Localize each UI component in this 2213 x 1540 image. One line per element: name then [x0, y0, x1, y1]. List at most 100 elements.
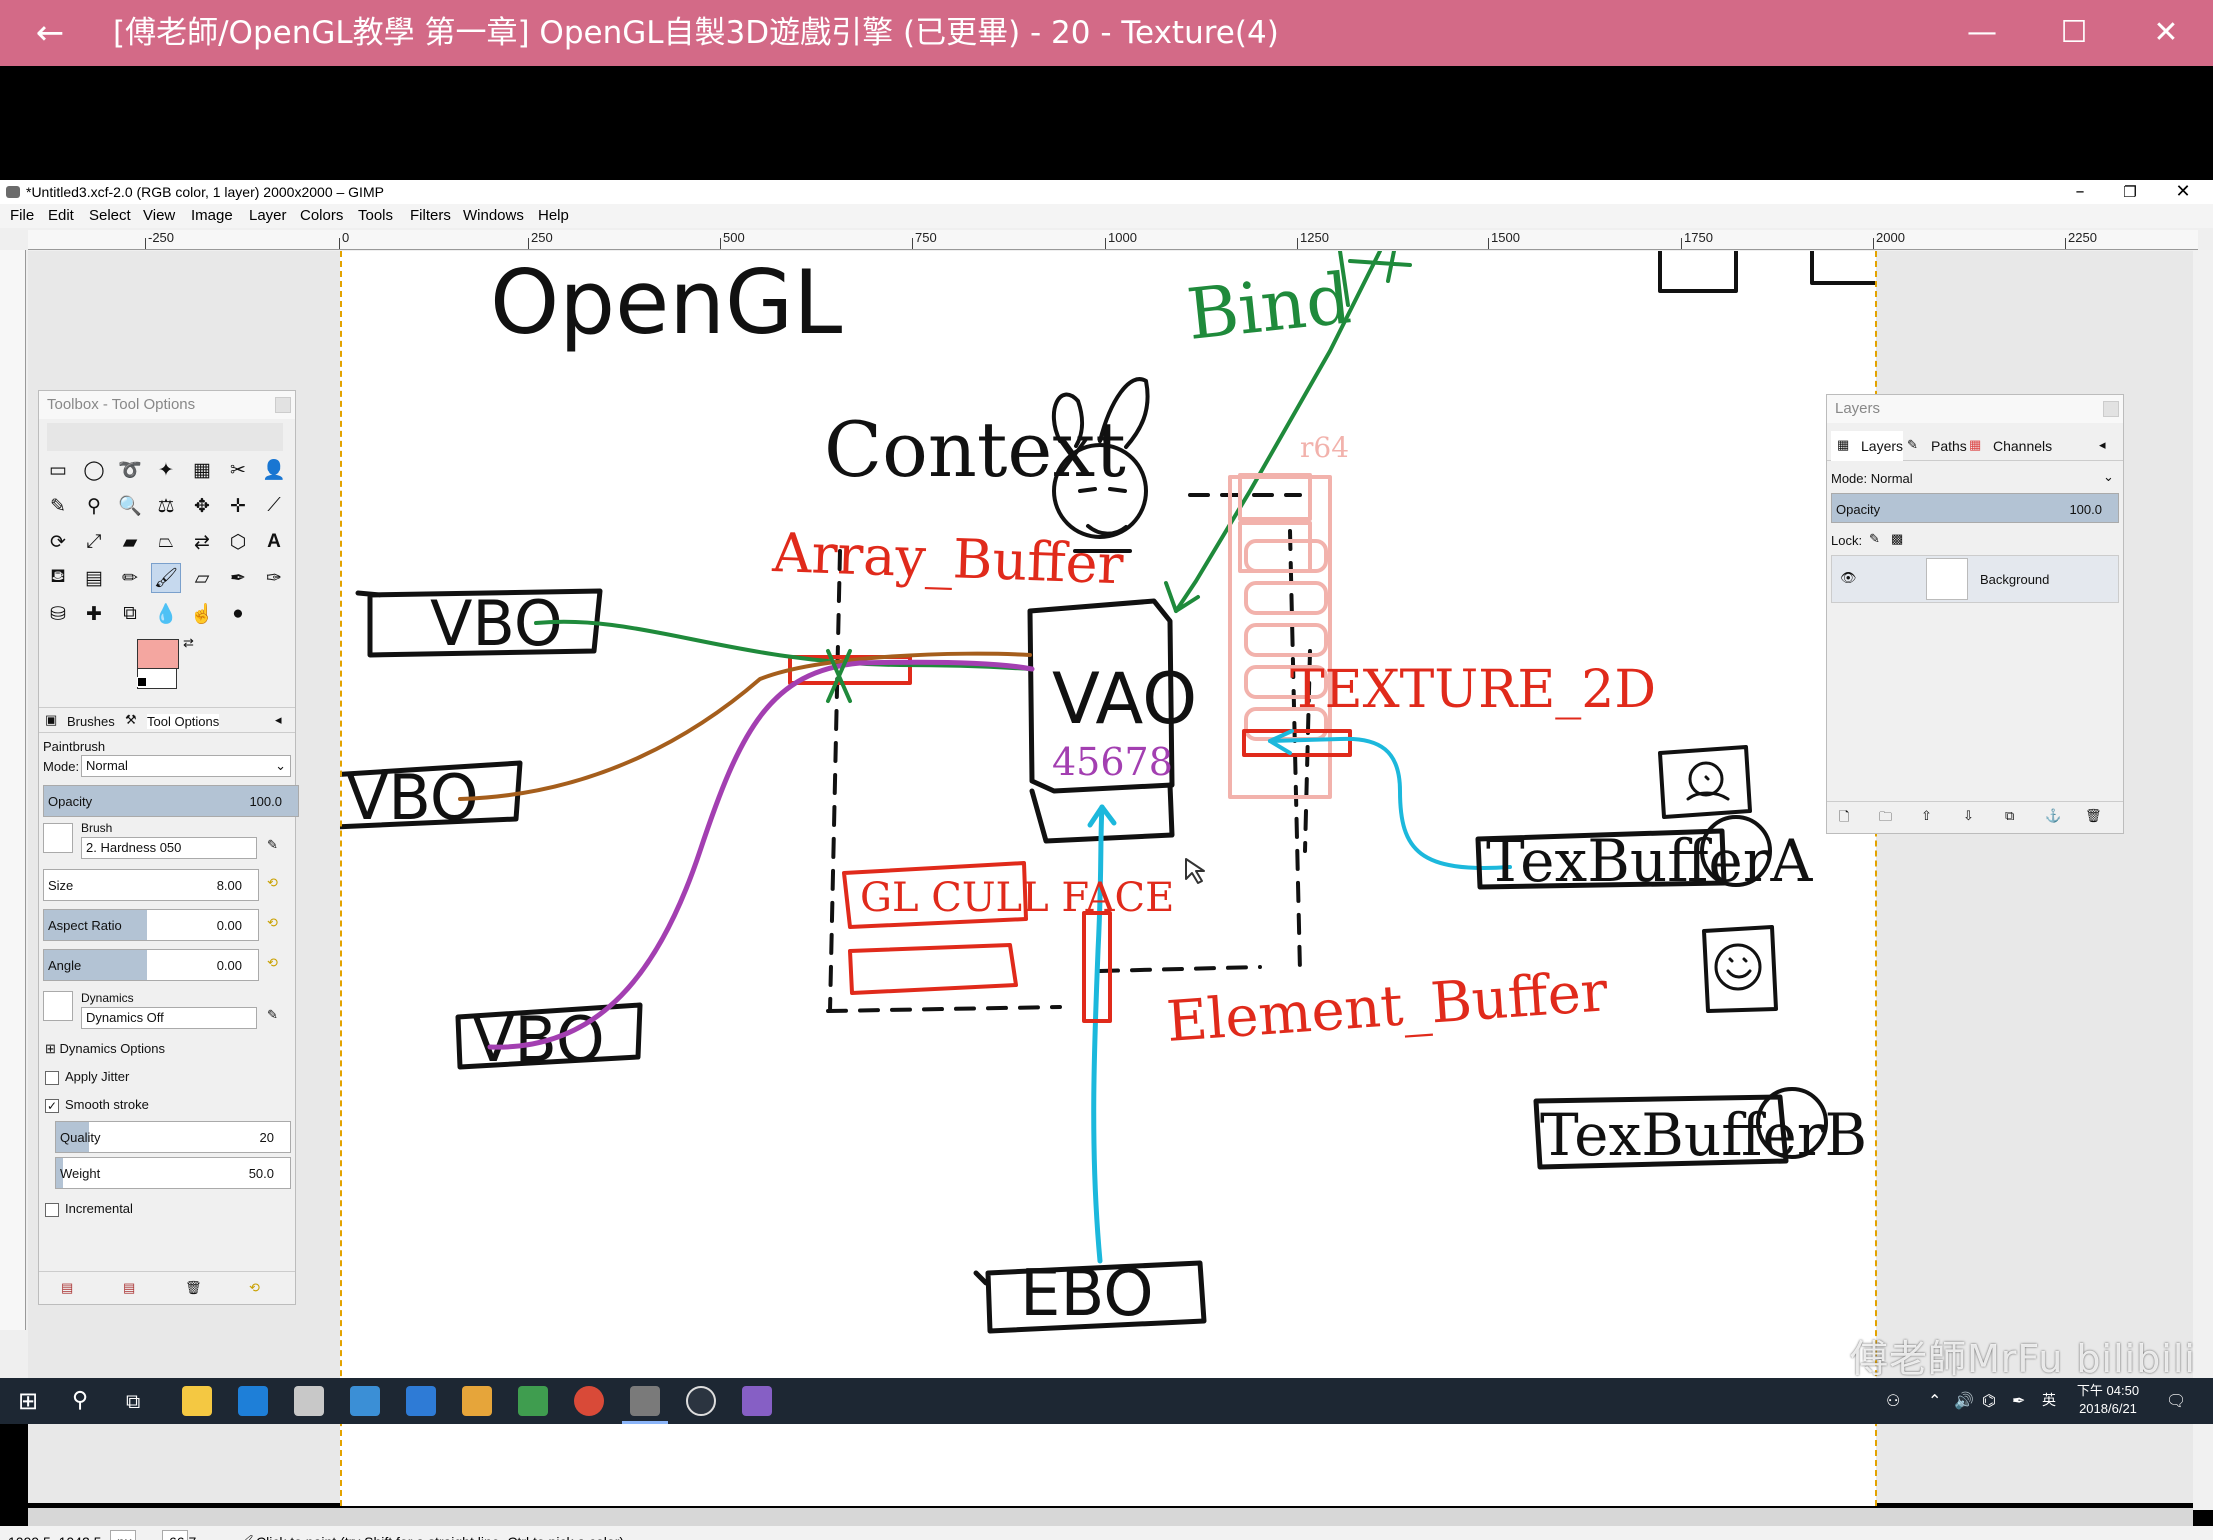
layer-row[interactable]: 👁 Background	[1831, 555, 2119, 603]
chrome-icon[interactable]	[574, 1386, 604, 1416]
reset-options-icon[interactable]: ⟲	[249, 1280, 260, 1296]
obs-icon[interactable]	[686, 1386, 716, 1416]
quality-slider[interactable]: Quality 20	[55, 1121, 291, 1153]
menu-tools[interactable]: Tools	[358, 204, 393, 228]
foreground-color-swatch[interactable]	[137, 639, 179, 669]
free-select-icon[interactable]: ➰	[115, 455, 145, 485]
cage-icon[interactable]: ⬡	[223, 527, 253, 557]
tab-brushes[interactable]: Brushes	[67, 714, 115, 729]
maximize-button[interactable]: ☐	[2028, 0, 2120, 66]
paint-icon[interactable]	[294, 1386, 324, 1416]
blur-icon[interactable]: 💧	[151, 599, 181, 629]
smooth-stroke-checkbox[interactable]: ✓ Smooth stroke	[45, 1097, 149, 1113]
foreground-select-icon[interactable]: 👤	[259, 455, 289, 485]
vertical-scrollbar[interactable]	[2193, 250, 2213, 1510]
blend-icon[interactable]: ▤	[79, 563, 109, 593]
network-icon[interactable]: ⌬	[1982, 1378, 1996, 1424]
bucket-fill-icon[interactable]: ⛾	[43, 563, 73, 593]
zoom-selector[interactable]: 66.7 % ⌄	[162, 1530, 196, 1540]
apply-jitter-checkbox[interactable]: Apply Jitter	[45, 1069, 129, 1085]
flip-icon[interactable]: ⇄	[187, 527, 217, 557]
menu-edit[interactable]: Edit	[48, 204, 74, 228]
minimize-button[interactable]: —	[1936, 0, 2028, 66]
taskbar-clock[interactable]: 下午 04:50 2018/6/21	[2062, 1382, 2154, 1418]
reset-size-icon[interactable]: ⟲	[267, 875, 278, 891]
remote-desktop-icon[interactable]	[350, 1386, 380, 1416]
paintbrush-icon[interactable]: 🖌	[151, 563, 181, 593]
volume-icon[interactable]: 🔊	[1954, 1378, 1974, 1424]
spreadsheet-icon[interactable]	[518, 1386, 548, 1416]
layer-mode-chevron-icon[interactable]: ⌄	[2103, 469, 2114, 485]
dynamics-preview[interactable]	[43, 991, 73, 1021]
menu-layer[interactable]: Layer	[249, 204, 287, 228]
size-slider[interactable]: Size 8.00	[43, 869, 259, 901]
brush-name-field[interactable]: 2. Hardness 050	[81, 837, 257, 859]
delete-layer-icon[interactable]: 🗑	[2085, 808, 2102, 824]
dynamics-field[interactable]: Dynamics Off	[81, 1007, 257, 1029]
task-view-icon[interactable]: ⧉	[126, 1378, 140, 1424]
heal-icon[interactable]: ✚	[79, 599, 109, 629]
menu-help[interactable]: Help	[538, 204, 569, 228]
file-explorer-icon[interactable]	[182, 1386, 212, 1416]
lock-alpha-icon[interactable]: ▩	[1891, 531, 1903, 547]
horizontal-ruler[interactable]: -250 0 250 500 750 1000 1250 1500 1750 2…	[28, 230, 2198, 250]
weight-slider[interactable]: Weight 50.0	[55, 1157, 291, 1189]
search-icon[interactable]: ⚲	[72, 1378, 88, 1424]
anchor-layer-icon[interactable]: ⚓	[2045, 808, 2061, 824]
brushes-tab-icon[interactable]: ▣	[45, 712, 57, 728]
gimp-restore-button[interactable]: ❐	[2105, 180, 2155, 204]
measure-icon[interactable]: ⚖	[151, 491, 181, 521]
mode-dropdown[interactable]: Normal ⌄	[81, 755, 291, 777]
raise-layer-icon[interactable]: ⇧	[1921, 808, 1932, 824]
color-select-icon[interactable]: ▦	[187, 455, 217, 485]
crop-icon[interactable]: ⟋	[259, 491, 289, 521]
smudge-icon[interactable]: ☝	[187, 599, 217, 629]
pen-icon[interactable]: ✒	[2012, 1378, 2025, 1424]
brush-preview[interactable]	[43, 823, 73, 853]
reset-angle-icon[interactable]: ⟲	[267, 955, 278, 971]
layers-close-button[interactable]	[2103, 401, 2119, 417]
swap-colors-icon[interactable]: ⇄	[183, 635, 194, 651]
scale-icon[interactable]: ⤢	[79, 527, 109, 557]
menu-select[interactable]: Select	[89, 204, 131, 228]
perspective-clone-icon[interactable]: ⧉	[115, 599, 145, 629]
pencil-icon[interactable]: ✏	[115, 563, 145, 593]
drawing-canvas[interactable]: OpenGL Context Bind Array_Buffer VAO 456…	[340, 251, 1876, 1506]
tab-menu-icon[interactable]: ◂	[275, 712, 282, 728]
menu-view[interactable]: View	[143, 204, 175, 228]
airbrush-icon[interactable]: ✒	[223, 563, 253, 593]
dynamics-options-expander[interactable]: ⊞ Dynamics Options	[45, 1041, 165, 1057]
tool-options-tab-icon[interactable]: ⚒	[125, 712, 137, 728]
menu-colors[interactable]: Colors	[300, 204, 343, 228]
new-layer-icon[interactable]: 🗋	[1839, 808, 1849, 830]
save-options-icon[interactable]: ▤	[61, 1280, 73, 1296]
paths-icon[interactable]: ✎	[43, 491, 73, 521]
move-icon[interactable]: ✥	[187, 491, 217, 521]
delete-options-icon[interactable]: 🗑	[185, 1280, 202, 1296]
ellipse-select-icon[interactable]: ◯	[79, 455, 109, 485]
rotate-icon[interactable]: ⟳	[43, 527, 73, 557]
rect-select-icon[interactable]: ▭	[43, 455, 73, 485]
menu-image[interactable]: Image	[191, 204, 233, 228]
angle-slider[interactable]: Angle 0.00	[43, 949, 259, 981]
people-icon[interactable]: ⚇	[1886, 1378, 1900, 1424]
gimp-taskbar-icon[interactable]	[630, 1386, 660, 1416]
gimp-close-button[interactable]: ✕	[2158, 180, 2208, 204]
notification-center-icon[interactable]: 🗨	[2166, 1378, 2186, 1424]
horizontal-scrollbar[interactable]	[28, 1508, 2193, 1526]
visibility-eye-icon[interactable]: 👁	[1840, 570, 1857, 586]
toolbox-close-button[interactable]	[275, 397, 291, 413]
aspect-ratio-slider[interactable]: Aspect Ratio 0.00	[43, 909, 259, 941]
back-arrow-icon[interactable]: ←	[30, 13, 70, 53]
reset-aspect-icon[interactable]: ⟲	[267, 915, 278, 931]
align-icon[interactable]: ✛	[223, 491, 253, 521]
ime-indicator[interactable]: 英	[2042, 1378, 2056, 1424]
edit-brush-icon[interactable]: ✎	[267, 837, 278, 853]
eraser-icon[interactable]: ▱	[187, 563, 217, 593]
ink-icon[interactable]: ✑	[259, 563, 289, 593]
zoom-icon[interactable]: 🔍	[115, 491, 145, 521]
fuzzy-select-icon[interactable]: ✦	[151, 455, 181, 485]
menu-windows[interactable]: Windows	[463, 204, 524, 228]
clone-icon[interactable]: ⛁	[43, 599, 73, 629]
menu-filters[interactable]: Filters	[410, 204, 451, 228]
